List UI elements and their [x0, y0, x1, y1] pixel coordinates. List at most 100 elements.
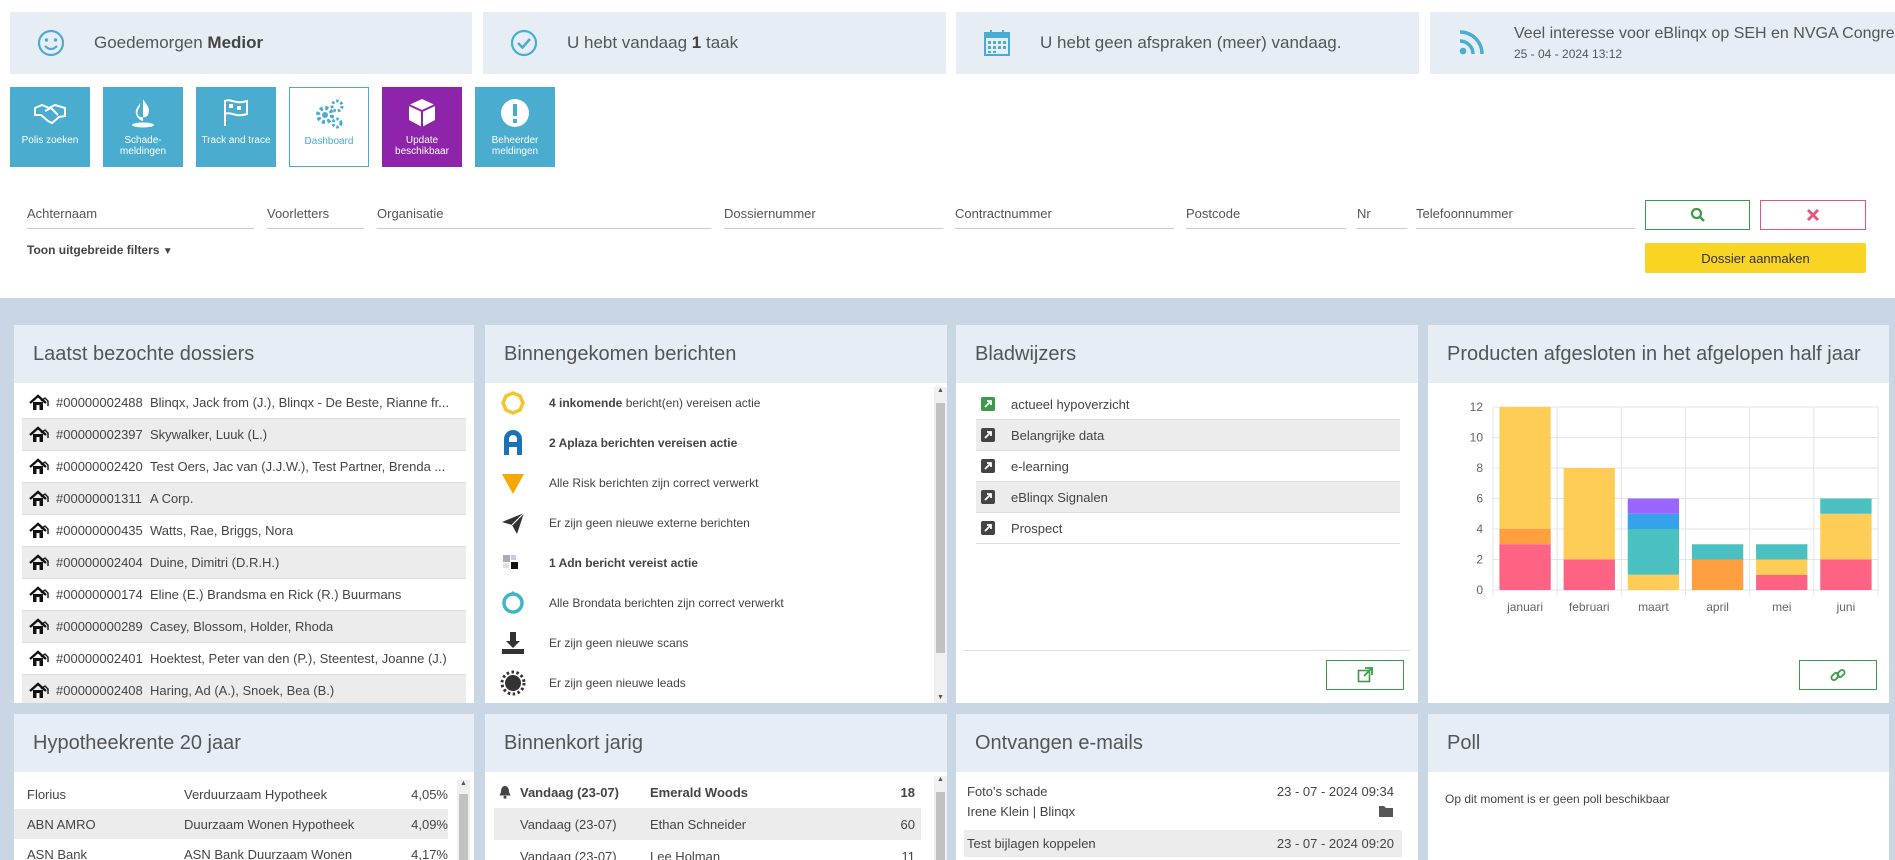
bookmark-label: Belangrijke data [1011, 427, 1105, 443]
telefoonnummer-field[interactable]: Telefoonnummer [1416, 199, 1635, 229]
bookmark-item[interactable]: Belangrijke data [976, 420, 1400, 451]
dossier-name: Eline (E.) Brandsma en Rick (R.) Buurman… [150, 587, 402, 602]
bookmark-item[interactable]: actueel hypoverzicht [976, 389, 1400, 420]
dossier-number: #00000000174 [56, 587, 143, 602]
message-row[interactable]: 1 Adn bericht vereist actie [485, 543, 947, 583]
dossiernummer-field[interactable]: Dossiernummer [724, 199, 943, 229]
brondata-icon [502, 591, 524, 614]
clear-button[interactable] [1760, 200, 1866, 230]
scroll-up-icon[interactable]: ▲ [934, 387, 947, 394]
achternaam-field[interactable]: Achternaam [27, 199, 254, 229]
voorletters-field[interactable]: Voorletters [267, 199, 364, 229]
rate-row[interactable]: ABN AMRO Duurzaam Wonen Hypotheek 4,09% [14, 809, 448, 839]
scroll-thumb[interactable] [459, 794, 468, 860]
dossier-name: Test Oers, Jac van (J.J.W.), Test Partne… [150, 459, 446, 474]
link-products-button[interactable] [1799, 660, 1877, 690]
dossier-row[interactable]: #00000000289 Casey, Blossom, Holder, Rhod… [22, 611, 466, 643]
message-row[interactable]: Er zijn geen nieuwe externe berichten [485, 503, 947, 543]
bookmark-item[interactable]: Prospect [976, 513, 1400, 544]
bar-segment [1499, 544, 1551, 590]
message-text: Alle Brondata berichten zijn correct ver… [549, 596, 784, 610]
postcode-field[interactable]: Postcode [1186, 199, 1346, 229]
rate-product: Verduurzaam Hypotheek [184, 786, 328, 802]
rates-scrollbar[interactable]: ▲ [457, 780, 470, 860]
message-row[interactable]: Alle Brondata berichten zijn correct ver… [485, 583, 947, 623]
contractnummer-field[interactable]: Contractnummer [955, 199, 1174, 229]
dossier-row[interactable]: #00000002397 Skywalker, Luuk (L.) [22, 419, 466, 451]
dossier-row[interactable]: #00000002420 Test Oers, Jac van (J.J.W.),… [22, 451, 466, 483]
dossier-row[interactable]: #00000002401 Hoektest, Peter van den (P.)… [22, 643, 466, 675]
fire-icon [132, 99, 154, 128]
tile-schade-meldingen[interactable]: Schade-meldingen [103, 87, 183, 167]
message-row[interactable]: 4 inkomende bericht(en) vereisen actie [485, 383, 947, 423]
exclamation-icon [501, 99, 529, 127]
message-row[interactable]: Er zijn geen nieuwe leads [485, 663, 947, 703]
organisatie-field[interactable]: Organisatie [377, 199, 711, 229]
folder-icon[interactable] [1378, 804, 1394, 818]
search-button[interactable] [1645, 200, 1750, 230]
rate-row[interactable]: Florius Verduurzaam Hypotheek 4,05% [14, 779, 448, 809]
dossier-row[interactable]: #00000002408 Haring, Ad (A.), Snoek, Bea … [22, 675, 466, 703]
rss-icon [1459, 30, 1484, 55]
bookmark-label: Prospect [1011, 520, 1063, 536]
x-tick-label: mei [1772, 600, 1791, 614]
scroll-thumb[interactable] [936, 403, 945, 653]
dossier-aanmaken-button[interactable]: Dossier aanmaken [1645, 243, 1866, 273]
products-panel: Producten afgesloten in het afgelopen ha… [1428, 325, 1889, 703]
open-bookmark-button[interactable] [1326, 660, 1404, 690]
bar-segment [1756, 544, 1808, 560]
rate-row[interactable]: ASN Bank ASN Bank Duurzaam Wonen 4,17% [14, 839, 448, 860]
scroll-thumb[interactable] [936, 792, 945, 860]
dossier-row[interactable]: #00000002488 Blinqx, Jack from (J.), Blin… [22, 387, 466, 419]
bookmarks-divider [964, 650, 1410, 651]
dossier-name: Watts, Rae, Briggs, Nora [150, 523, 294, 538]
bar-segment [1756, 574, 1808, 590]
news-bar[interactable]: Veel interesse voor eBlinqx op SEH en NV… [1430, 12, 1895, 74]
octagon-ring-icon [501, 391, 525, 415]
dossier-number: #00000002401 [56, 651, 143, 666]
news-date: 25 - 04 - 2024 13:12 [1514, 47, 1623, 61]
tile-track-and-trace[interactable]: Track and trace [196, 87, 276, 167]
tile-polis-zoeken[interactable]: Polis zoeken [10, 87, 90, 167]
appointments-bar[interactable]: U hebt geen afspraken (meer) vandaag. [956, 12, 1419, 74]
extended-filters-toggle[interactable]: Toon uitgebreide filters ▼ [27, 243, 173, 257]
recent-dossiers-panel: Laatst bezochte dossiers #00000002488 Bli… [14, 325, 474, 703]
message-row[interactable]: 2 Aplaza berichten vereisen actie [485, 423, 947, 463]
tile-beheerder-meldingen[interactable]: Beheerder meldingen [475, 87, 555, 167]
tile-dashboard[interactable]: Dashboard [289, 87, 369, 167]
tasks-bar[interactable]: U hebt vandaag 1 taak [483, 12, 946, 74]
y-tick-label: 2 [1476, 553, 1483, 567]
bookmark-item[interactable]: e-learning [976, 451, 1400, 482]
dossier-number: #00000002420 [56, 459, 143, 474]
paper-plane-icon [502, 512, 525, 534]
message-row[interactable]: Alle Risk berichten zijn correct verwerk… [485, 463, 947, 503]
scroll-down-icon[interactable]: ▼ [934, 694, 947, 701]
message-row[interactable]: Er zijn geen nieuwe scans [485, 623, 947, 663]
messages-scrollbar[interactable]: ▲ ▼ [934, 387, 947, 703]
dossier-row[interactable]: #00000001311 A Corp. [22, 483, 466, 515]
dossier-row[interactable]: #00000000174 Eline (E.) Brandsma en Rick … [22, 579, 466, 611]
message-text: Er zijn geen nieuwe externe berichten [549, 516, 750, 530]
birthday-row[interactable]: Vandaag (23-07) Ethan Schneider 60 [494, 808, 921, 840]
birthday-row[interactable]: Vandaag (23-07) Lee Holman 11 [494, 840, 921, 860]
dossier-row[interactable]: #00000000435 Watts, Rae, Briggs, Nora [22, 515, 466, 547]
scroll-up-icon[interactable]: ▲ [457, 780, 470, 787]
birthday-row[interactable]: Vandaag (23-07) Emerald Woods 18 [494, 776, 921, 808]
email-item[interactable]: Test bijlagen koppelen 23 - 07 - 2024 09… [964, 830, 1402, 857]
birthday-name: Lee Holman [650, 848, 721, 860]
bookmark-link-icon [981, 397, 995, 411]
adn-icon [503, 555, 518, 569]
birthdays-scrollbar[interactable]: ▲ [934, 776, 947, 860]
tile-update-beschikbaar[interactable]: Update beschikbaar [382, 87, 462, 167]
box-icon [408, 99, 436, 127]
dossier-row[interactable]: #00000002404 Duine, Dimitri (D.R.H.) [22, 547, 466, 579]
email-item[interactable]: Foto's schade 23 - 07 - 2024 09:34 Irene… [964, 780, 1402, 830]
link-icon [1830, 669, 1846, 681]
recent-dossiers-title: Laatst bezochte dossiers [14, 325, 474, 383]
nr-field[interactable]: Nr [1357, 199, 1407, 229]
birthday-name: Ethan Schneider [650, 816, 747, 832]
greeting-text: Goedemorgen Medior [94, 33, 264, 52]
bar-segment [1627, 513, 1680, 529]
bookmark-item[interactable]: eBlinqx Signalen [976, 482, 1400, 513]
scroll-up-icon[interactable]: ▲ [934, 776, 947, 783]
